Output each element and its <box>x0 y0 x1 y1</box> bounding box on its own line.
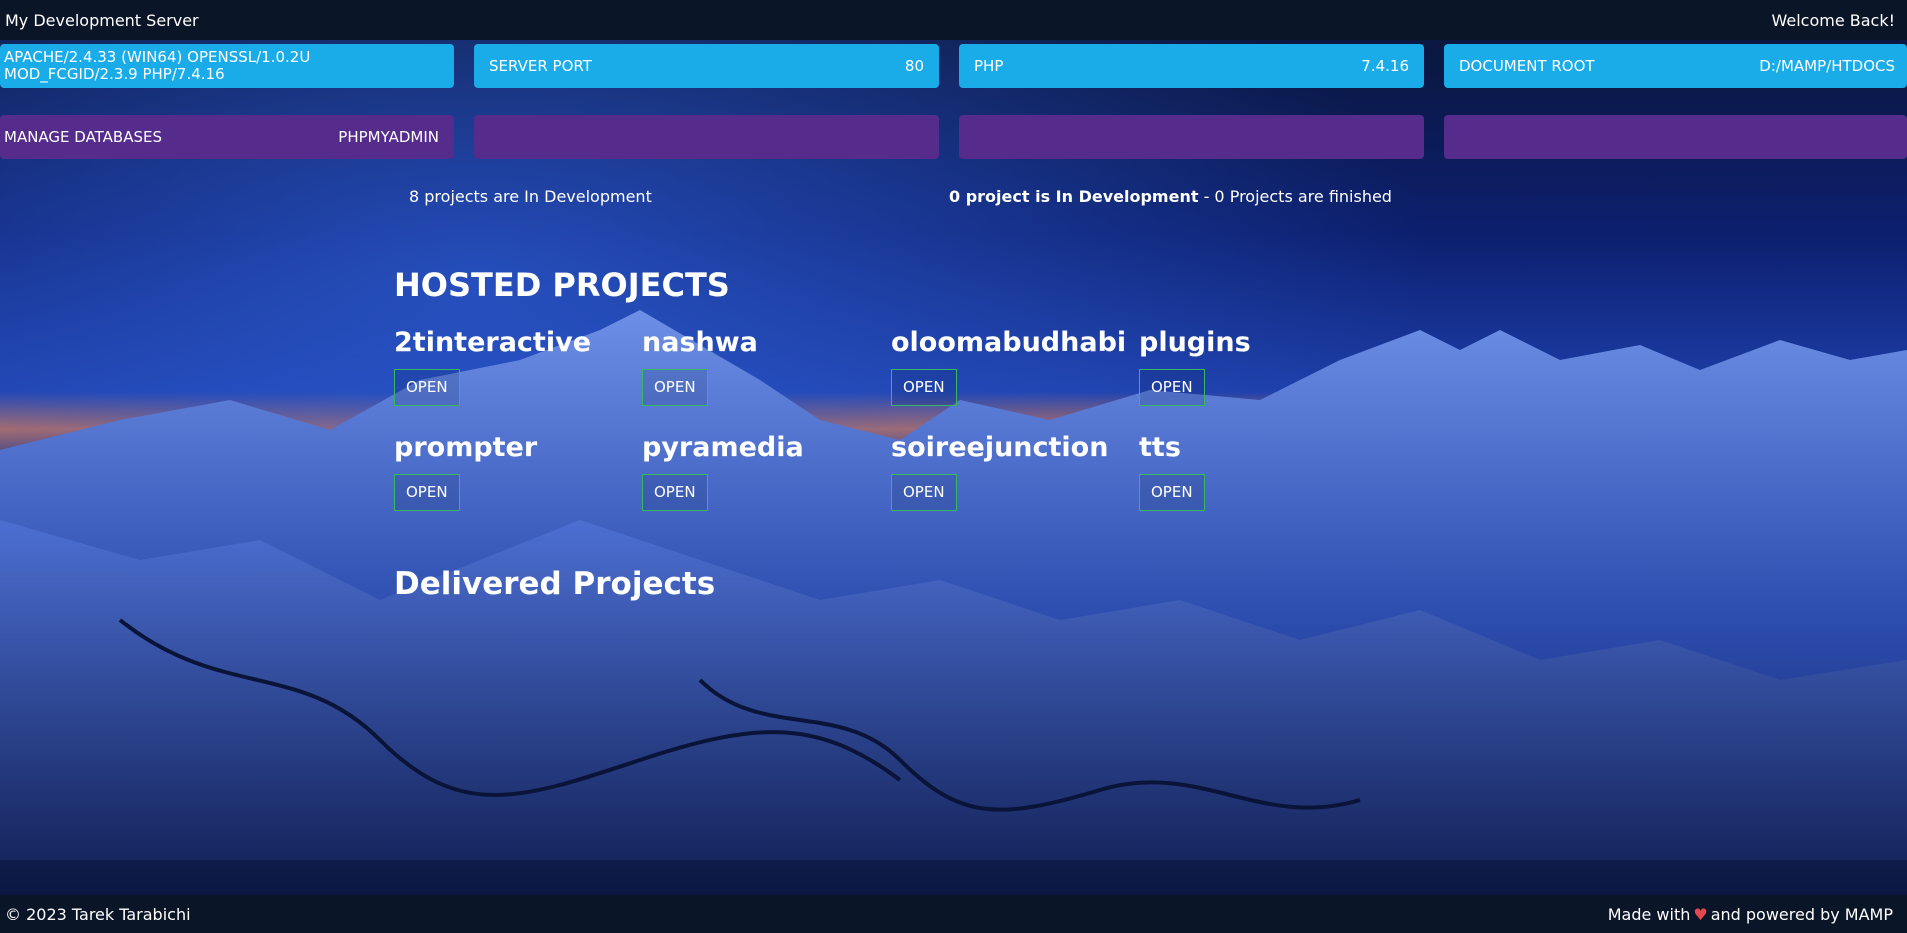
project-name: soireejunction <box>891 432 1109 463</box>
credits-text: Made with ♥ and powered by MAMP <box>1608 905 1893 924</box>
open-project-button[interactable]: OPEN <box>1139 474 1205 511</box>
powered-by-text: and powered by MAMP <box>1710 904 1893 924</box>
project-name: tts <box>1139 432 1181 463</box>
document-root-value: D:/MAMP/HTDOCS <box>1759 57 1895 75</box>
finished-count-text: - 0 Projects are finished <box>1198 187 1392 206</box>
welcome-text: Welcome Back! <box>1771 10 1895 30</box>
project-status-summary: 0 project is In Development - 0 Projects… <box>949 187 1392 206</box>
open-project-button[interactable]: OPEN <box>394 369 460 406</box>
document-root-card: DOCUMENT ROOT D:/MAMP/HTDOCS <box>1444 44 1907 88</box>
php-version-card: PHP 7.4.16 <box>959 44 1424 88</box>
project-name: prompter <box>394 432 538 463</box>
project-name: plugins <box>1139 327 1251 358</box>
footer: © 2023 Tarek Tarabichi Made with ♥ and pow… <box>0 895 1907 933</box>
server-port-value: 80 <box>904 57 924 75</box>
tool-card-empty-1 <box>474 115 939 159</box>
development-count-text: 8 projects are In Development <box>409 187 652 206</box>
heart-icon: ♥ <box>1693 904 1708 924</box>
apache-version-text: APACHE/2.4.33 (WIN64) OPENSSL/1.0.2U MOD… <box>4 48 311 83</box>
server-port-card: SERVER PORT 80 <box>474 44 939 88</box>
project-card: nashwa OPEN <box>642 327 882 406</box>
phpmyadmin-link[interactable]: PHPMYADMIN <box>338 128 439 146</box>
delivered-projects-heading: Delivered Projects <box>394 566 716 602</box>
tool-card-empty-2 <box>959 115 1424 159</box>
project-name: pyramedia <box>642 432 804 463</box>
hosted-projects-heading: HOSTED PROJECTS <box>394 266 730 304</box>
project-card: 2tinteractive OPEN <box>394 327 634 406</box>
server-port-label: SERVER PORT <box>489 57 592 75</box>
project-card: prompter OPEN <box>394 432 634 511</box>
open-project-button[interactable]: OPEN <box>642 474 708 511</box>
project-card: tts OPEN <box>1139 432 1379 511</box>
project-card: pyramedia OPEN <box>642 432 882 511</box>
php-version-value: 7.4.16 <box>1361 57 1409 75</box>
site-title: My Development Server <box>5 10 199 30</box>
project-card: oloomabudhabi OPEN <box>891 327 1131 406</box>
open-project-button[interactable]: OPEN <box>394 474 460 511</box>
project-name: 2tinteractive <box>394 327 592 358</box>
copyright-text: © 2023 Tarek Tarabichi <box>5 904 191 924</box>
project-name: oloomabudhabi <box>891 327 1127 358</box>
project-name: nashwa <box>642 327 758 358</box>
manage-databases-label: MANAGE DATABASES <box>4 128 163 146</box>
document-root-label: DOCUMENT ROOT <box>1459 57 1595 75</box>
top-bar: My Development Server Welcome Back! <box>0 0 1907 40</box>
made-with-text: Made with <box>1607 904 1691 924</box>
project-card: soireejunction OPEN <box>891 432 1131 511</box>
in-development-bold: 0 project is In Development <box>949 187 1199 206</box>
apache-info-card: APACHE/2.4.33 (WIN64) OPENSSL/1.0.2U MOD… <box>0 44 454 88</box>
manage-databases-card[interactable]: MANAGE DATABASES PHPMYADMIN <box>0 115 454 159</box>
open-project-button[interactable]: OPEN <box>642 369 708 406</box>
tool-card-empty-3 <box>1444 115 1907 159</box>
php-label: PHP <box>974 57 1004 75</box>
open-project-button[interactable]: OPEN <box>891 369 957 406</box>
project-card: plugins OPEN <box>1139 327 1379 406</box>
open-project-button[interactable]: OPEN <box>1139 369 1205 406</box>
open-project-button[interactable]: OPEN <box>891 474 957 511</box>
